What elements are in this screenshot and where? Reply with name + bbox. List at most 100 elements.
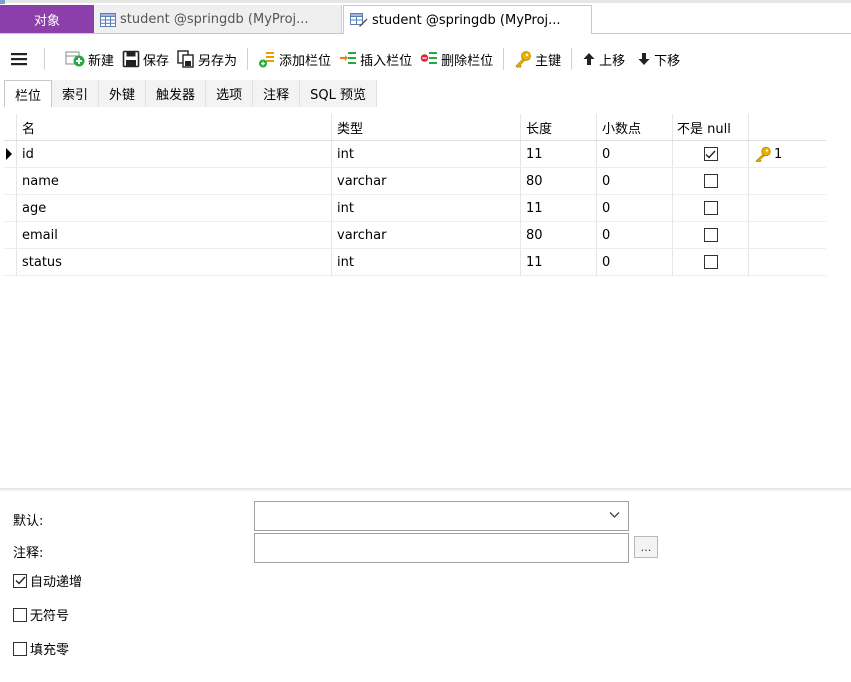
field-length[interactable]: 11 xyxy=(521,249,597,275)
auto-increment-option[interactable]: 自动递增 xyxy=(13,571,82,590)
column-header-name[interactable]: 名 xyxy=(17,114,332,140)
row-indicator xyxy=(4,141,17,167)
field-type[interactable]: varchar xyxy=(332,222,521,248)
tab-foreign-keys[interactable]: 外键 xyxy=(99,80,147,107)
toolbar-separator xyxy=(571,48,573,70)
field-length[interactable]: 11 xyxy=(521,195,597,221)
tab-indexes[interactable]: 索引 xyxy=(52,80,100,107)
unsigned-option[interactable]: 无符号 xyxy=(13,605,69,624)
default-label: 默认: xyxy=(13,514,44,529)
not-null-checkbox[interactable] xyxy=(703,147,718,161)
field-decimals[interactable]: 0 xyxy=(597,168,673,194)
table-row[interactable]: status int 11 0 xyxy=(4,249,826,276)
field-type[interactable]: varchar xyxy=(332,168,521,194)
not-null-checkbox[interactable] xyxy=(703,228,718,242)
not-null-checkbox[interactable] xyxy=(703,201,718,215)
save-as-icon xyxy=(177,50,194,68)
tab-table-design[interactable]: student @springdb (MyProj... xyxy=(343,5,592,34)
tab-sql-preview[interactable]: SQL 预览 xyxy=(300,80,377,107)
save-as-button-label: 另存为 xyxy=(198,53,238,69)
not-null-cell xyxy=(673,168,749,194)
default-select[interactable] xyxy=(254,501,629,531)
insert-field-label: 插入栏位 xyxy=(360,53,413,69)
field-name[interactable]: id xyxy=(17,141,332,167)
field-length[interactable]: 11 xyxy=(521,141,597,167)
save-button[interactable]: 保存 xyxy=(122,46,169,72)
toolbar-separator xyxy=(44,48,45,70)
field-type[interactable]: int xyxy=(332,141,521,167)
hamburger-menu-icon xyxy=(10,53,27,66)
table-row[interactable]: name varchar 80 0 xyxy=(4,168,826,195)
primary-key-label: 主键 xyxy=(535,53,562,69)
checkmark-icon xyxy=(15,576,26,585)
new-button[interactable]: 新建 xyxy=(65,46,114,72)
move-down-button[interactable]: 下移 xyxy=(637,46,680,72)
field-length[interactable]: 80 xyxy=(521,222,597,248)
row-indicator xyxy=(4,168,17,194)
field-type[interactable]: int xyxy=(332,249,521,275)
tab-objects[interactable]: 对象 xyxy=(0,5,94,34)
tab-table-design-label: student @springdb (MyProj... xyxy=(372,12,561,28)
key-cell xyxy=(749,249,826,275)
column-header-decimals[interactable]: 小数点 xyxy=(597,114,673,140)
save-button-label: 保存 xyxy=(143,53,170,69)
checkmark-icon xyxy=(705,150,716,159)
table-row[interactable]: age int 11 0 xyxy=(4,195,826,222)
comment-input[interactable] xyxy=(254,533,629,563)
field-decimals[interactable]: 0 xyxy=(597,141,673,167)
tab-options[interactable]: 选项 xyxy=(206,80,254,107)
unsigned-checkbox[interactable] xyxy=(13,607,27,622)
key-order: 1 xyxy=(774,146,783,162)
not-null-checkbox[interactable] xyxy=(703,174,718,188)
comment-label: 注释: xyxy=(13,546,44,561)
field-name[interactable]: age xyxy=(17,195,332,221)
field-type[interactable]: int xyxy=(332,195,521,221)
column-header-length[interactable]: 长度 xyxy=(521,114,597,140)
field-length[interactable]: 80 xyxy=(521,168,597,194)
key-cell xyxy=(749,222,826,248)
toolbar-separator xyxy=(503,48,505,70)
column-header-not-null[interactable]: 不是 null xyxy=(673,114,749,140)
insert-field-button[interactable]: 插入栏位 xyxy=(339,46,412,72)
save-as-button[interactable]: 另存为 xyxy=(177,46,237,72)
field-name[interactable]: status xyxy=(17,249,332,275)
field-name[interactable]: email xyxy=(17,222,332,248)
move-up-button[interactable]: 上移 xyxy=(582,46,625,72)
row-indicator xyxy=(4,195,17,221)
move-up-label: 上移 xyxy=(599,53,626,69)
menu-button[interactable] xyxy=(0,46,40,72)
key-icon xyxy=(515,51,531,68)
current-row-arrow-icon xyxy=(6,148,12,160)
tab-triggers[interactable]: 触发器 xyxy=(146,80,207,107)
field-name[interactable]: name xyxy=(17,168,332,194)
new-button-label: 新建 xyxy=(88,53,115,69)
row-indicator-header xyxy=(4,114,17,140)
key-cell xyxy=(749,168,826,194)
tab-fields[interactable]: 栏位 xyxy=(4,80,53,107)
field-decimals[interactable]: 0 xyxy=(597,249,673,275)
not-null-checkbox[interactable] xyxy=(703,255,718,269)
primary-key-button[interactable]: 主键 xyxy=(514,46,561,72)
primary-key-icon xyxy=(755,146,771,162)
comment-ellipsis-button[interactable]: ... xyxy=(634,536,658,558)
tab-comment[interactable]: 注释 xyxy=(253,80,301,107)
table-row[interactable]: id int 11 0 1 xyxy=(4,141,826,168)
zerofill-option[interactable]: 填充零 xyxy=(13,639,69,658)
column-header-type[interactable]: 类型 xyxy=(332,114,521,140)
document-tab-bar: 对象 student @springdb (MyProj... student … xyxy=(0,0,851,34)
field-decimals[interactable]: 0 xyxy=(597,222,673,248)
tab-table-data[interactable]: student @springdb (MyProj... xyxy=(94,5,342,34)
add-field-button[interactable]: 添加栏位 xyxy=(258,46,331,72)
tab-bar-corner xyxy=(0,0,5,4)
toolbar-separator xyxy=(247,48,249,70)
zerofill-checkbox[interactable] xyxy=(13,641,27,656)
unsigned-label: 无符号 xyxy=(30,609,70,624)
field-decimals[interactable]: 0 xyxy=(597,195,673,221)
toolbar: 新建 保存 另存为 添加栏位 插入栏位 删除栏位 主键 上移 下移 xyxy=(0,40,851,78)
delete-field-button[interactable]: 删除栏位 xyxy=(420,46,493,72)
panel-divider[interactable] xyxy=(0,488,851,491)
arrow-down-icon xyxy=(638,53,650,65)
row-indicator xyxy=(4,249,17,275)
auto-increment-checkbox[interactable] xyxy=(13,573,27,588)
table-row[interactable]: email varchar 80 0 xyxy=(4,222,826,249)
